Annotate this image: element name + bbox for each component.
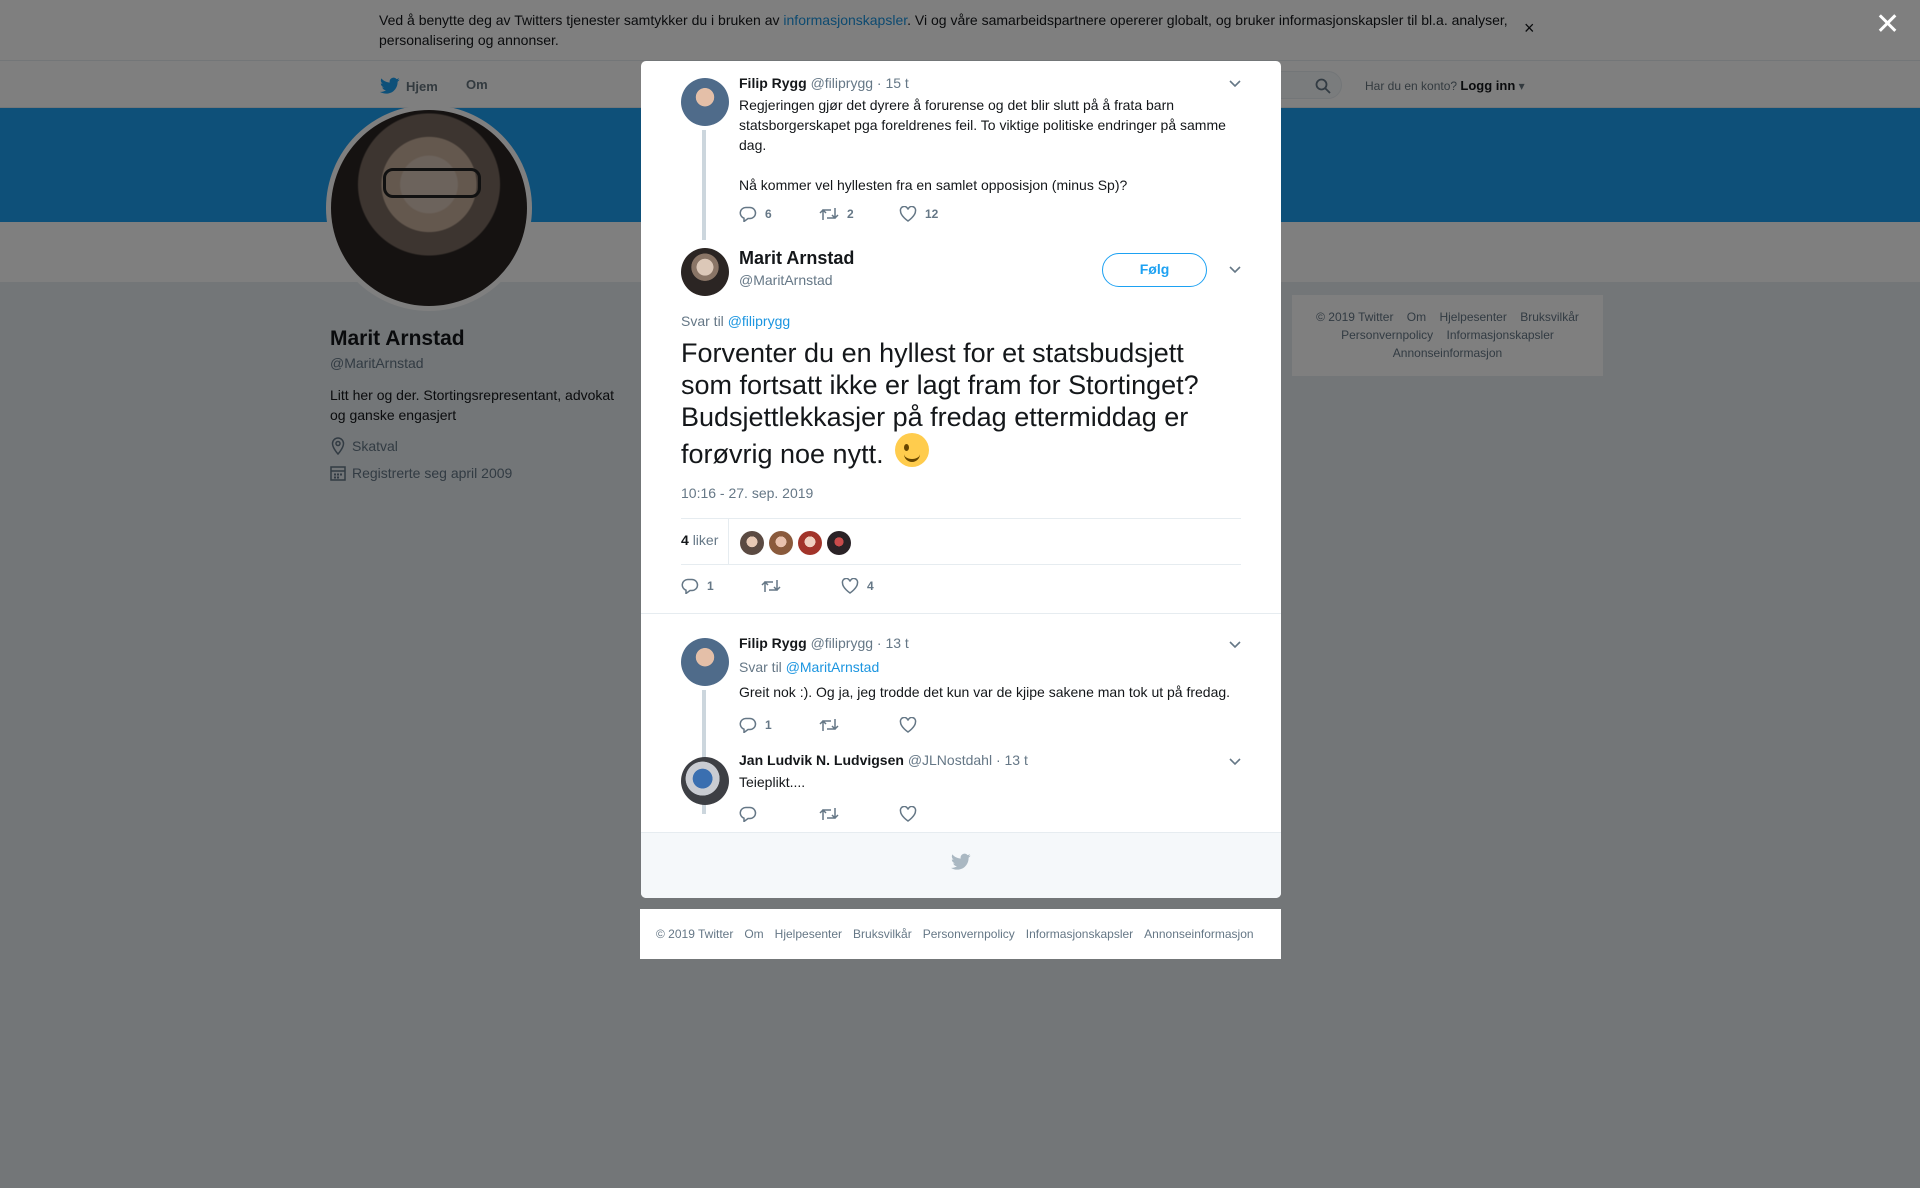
retweet-icon [819,208,839,220]
author-name[interactable]: Jan Ludvik N. Ludvigsen [739,752,904,768]
like-button[interactable] [899,717,979,733]
tweet-timestamp[interactable]: 10:16 - 27. sep. 2019 [681,485,813,501]
author-handle[interactable]: @JLNostdahl [908,752,992,768]
tweet-actions: 6 2 12 [739,206,979,222]
follow-button[interactable]: Følg [1102,253,1207,287]
wink-emoji-icon [895,433,930,467]
heart-icon [899,717,917,733]
tweet-text-paragraph: Nå kommer vel hyllesten fra en samlet op… [739,177,1128,193]
tweet-time[interactable]: · 13 t [996,752,1028,768]
avatar[interactable] [681,638,729,686]
liker-avatar[interactable] [827,531,851,555]
tweet-text: Greit nok :). Og ja, jeg trodde det kun … [739,684,1231,700]
chevron-down-icon[interactable] [1227,639,1243,651]
tweet-text-paragraph: Regjeringen gjør det dyrere å forurense … [739,97,1226,153]
modal-overlay[interactable]: ✕ Filip Rygg @filiprygg · 15 t Regjering… [0,0,1920,1188]
likes-summary[interactable]: 4 liker [681,532,718,548]
chevron-down-icon[interactable] [1227,264,1243,276]
like-button[interactable]: 4 [841,578,921,594]
reply-prefix: Svar til [739,659,786,675]
retweet-count: 2 [847,207,854,221]
liker-avatar[interactable] [740,531,764,555]
author-handle[interactable]: @filiprygg [811,635,873,651]
footer-links: © 2019 Twitter Om Hjelpesenter Bruksvilk… [640,909,1281,959]
heart-icon [899,806,917,822]
reply-context: Svar til @filiprygg [681,313,790,329]
like-button[interactable]: 12 [899,206,979,222]
tweet-header: Filip Rygg @filiprygg · 13 t [739,635,909,651]
retweet-icon [819,719,839,731]
tweet-time[interactable]: · 15 t [877,75,909,91]
author-name[interactable]: Filip Rygg [739,75,807,91]
tweet-header: Filip Rygg @filiprygg · 15 t [739,75,909,91]
main-tweet-text: Forventer du en hyllest for et statsbuds… [681,337,1241,470]
retweet-button[interactable] [819,806,899,822]
reply-prefix: Svar til [681,313,728,329]
reply-context: Svar til @MaritArnstad [739,659,879,675]
author-handle[interactable]: @MaritArnstad [739,272,833,288]
reply-button[interactable]: 1 [681,578,761,594]
tweet-time[interactable]: · 13 t [877,635,909,651]
reply-icon [739,806,757,822]
tweet-text: Regjeringen gjør det dyrere å forurense … [739,95,1239,195]
reply-button[interactable]: 1 [739,717,819,733]
main-tweet-body: Forventer du en hyllest for et statsbuds… [681,338,1199,469]
likes-summary-count: 4 [681,532,689,548]
retweet-button[interactable] [761,578,841,594]
reply-count: 6 [765,207,772,221]
tweet-modal: Filip Rygg @filiprygg · 15 t Regjeringen… [641,61,1281,898]
author-name[interactable]: Marit Arnstad [739,248,854,269]
footer-copyright: © 2019 Twitter [656,927,734,941]
retweet-button[interactable] [819,717,899,733]
liker-avatar[interactable] [798,531,822,555]
twitter-bird-icon [951,853,971,870]
footer-about[interactable]: Om [744,927,763,941]
reply-count: 1 [765,718,772,732]
chevron-down-icon[interactable] [1227,756,1243,768]
avatar[interactable] [681,757,729,805]
retweet-icon [761,580,781,592]
retweet-icon [819,808,839,820]
reply-button[interactable] [739,806,819,822]
author-name[interactable]: Filip Rygg [739,635,807,651]
tweet-actions: 1 4 [681,578,921,594]
heart-icon [899,206,917,222]
divider [641,613,1281,623]
footer-terms[interactable]: Bruksvilkår [853,927,912,941]
reply-button[interactable]: 6 [739,206,819,222]
retweet-button[interactable]: 2 [819,206,899,222]
chevron-down-icon[interactable] [1227,78,1243,90]
tweet-text: Teieplikt.... [739,774,806,790]
reply-icon [681,578,699,594]
footer-privacy[interactable]: Personvernpolicy [923,927,1015,941]
reply-handle-link[interactable]: @filiprygg [728,313,790,329]
close-icon[interactable]: ✕ [1875,10,1900,40]
reply-icon [739,717,757,733]
like-count: 12 [925,207,939,221]
likes-row: 4 liker [681,518,1241,565]
heart-icon [841,578,859,594]
avatar[interactable] [681,78,729,126]
footer-cookies[interactable]: Informasjonskapsler [1026,927,1133,941]
reply-icon [739,206,757,222]
likes-summary-label: liker [692,532,719,548]
tweet-header: Jan Ludvik N. Ludvigsen @JLNostdahl · 13… [739,752,1028,768]
liker-avatar[interactable] [769,531,793,555]
tweet-actions: 1 [739,717,979,733]
footer-ads-info[interactable]: Annonseinformasjon [1144,927,1253,941]
divider [728,519,729,564]
thread-line [702,130,706,240]
like-count: 4 [867,579,874,593]
reply-count: 1 [707,579,714,593]
footer-help[interactable]: Hjelpesenter [775,927,842,941]
modal-footer [641,832,1281,898]
author-handle[interactable]: @filiprygg [811,75,873,91]
avatar[interactable] [681,248,729,296]
tweet-actions [739,806,979,822]
reply-handle-link[interactable]: @MaritArnstad [786,659,880,675]
like-button[interactable] [899,806,979,822]
